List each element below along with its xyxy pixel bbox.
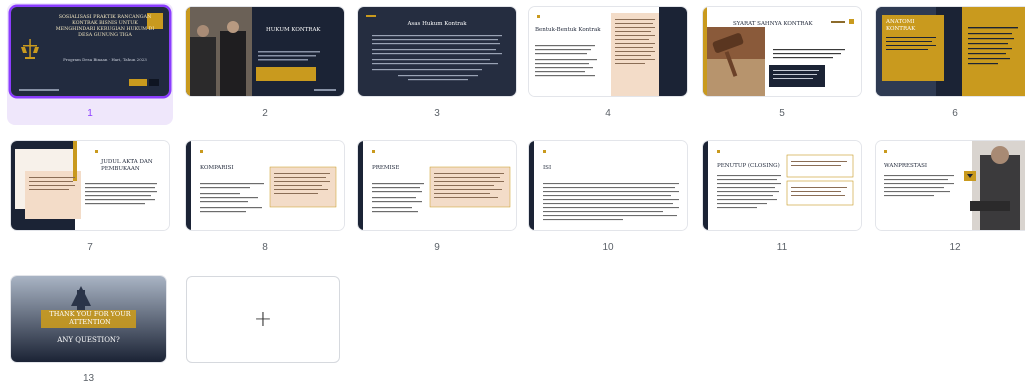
slide-title: ISI (543, 165, 552, 171)
slide-number: 6 (952, 108, 958, 119)
slide-title: WANPRESTASI (884, 163, 928, 169)
slide-title: JUDUL AKTA DAN PEMBUKAAN (101, 159, 153, 172)
plus-icon: + (253, 307, 273, 332)
slide-number: 4 (605, 108, 611, 119)
slide-preview[interactable] (703, 141, 861, 230)
slide-preview[interactable] (876, 141, 1025, 230)
slide-preview[interactable] (11, 141, 169, 230)
slide-number: 13 (82, 373, 95, 384)
slide-number: 7 (87, 242, 93, 253)
slide-preview[interactable] (186, 141, 344, 230)
slide-title: Bentuk-Bentuk Kontrak (535, 27, 601, 33)
add-page-button[interactable]: + (186, 276, 340, 363)
slide-title: ANATOMI KONTRAK (886, 19, 916, 32)
slide-title: SYARAT SAHNYA KONTRAK (733, 21, 813, 27)
slide-title: KOMPARISI (200, 165, 234, 171)
slide-title: SOSIALISASI PRAKTIK RANCANGAN KONTRAK BI… (55, 15, 155, 38)
slide-title: PENUTUP (CLOSING) (717, 163, 780, 169)
slide-number: 12 (949, 242, 961, 253)
slide-title: PREMISE (372, 165, 400, 171)
slide-number: 10 (602, 242, 614, 253)
slide-subtitle: Program Desa Binaan · Hari, Tahun 2023 (63, 57, 147, 62)
slide-preview[interactable] (358, 141, 516, 230)
slide-subtitle: ANY QUESTION? (57, 336, 120, 344)
slide-number: 8 (262, 242, 268, 253)
slide-preview[interactable] (186, 7, 344, 96)
slide-number: 9 (434, 242, 440, 253)
slide-number: 3 (434, 108, 440, 119)
slide-preview[interactable] (529, 7, 687, 96)
slide-title: Asas Hukum Kontrak (407, 21, 467, 27)
slide-preview[interactable] (529, 141, 687, 230)
slide-number: 11 (776, 242, 788, 253)
slide-number: 2 (262, 108, 268, 119)
slide-title: THANK YOU FOR YOUR ATTENTION (49, 310, 131, 326)
slide-number: 1 (87, 108, 93, 119)
slide-title: HUKUM KONTRAK (266, 27, 321, 33)
slide-grid: SOSIALISASI PRAKTIK RANCANGAN KONTRAK BI… (0, 0, 1025, 385)
slide-number: 5 (779, 108, 785, 119)
